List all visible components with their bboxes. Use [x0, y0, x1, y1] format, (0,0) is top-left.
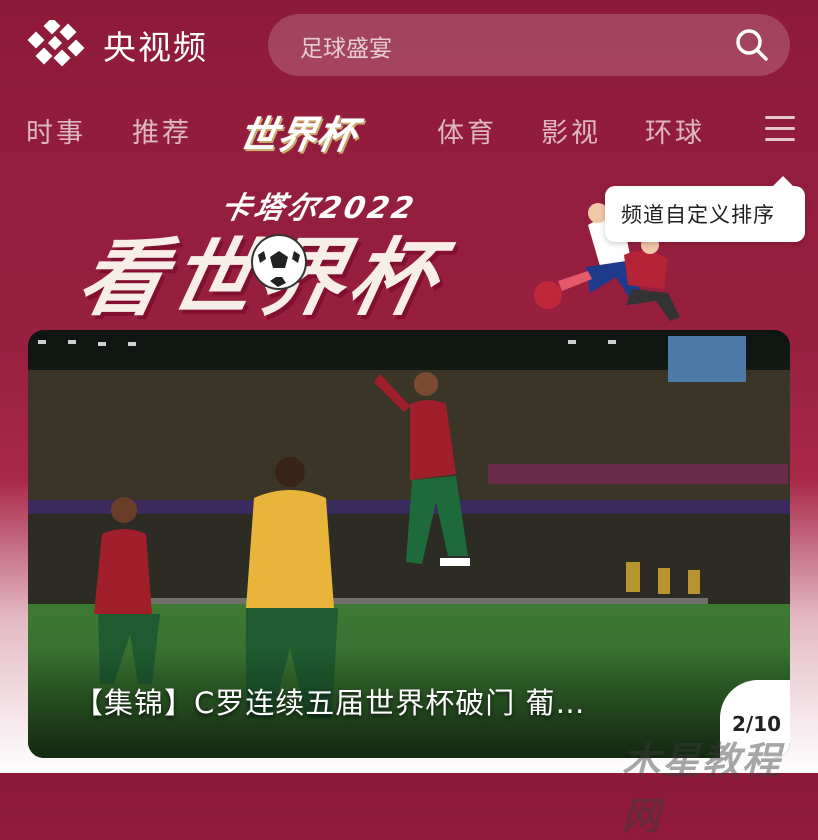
- soccer-ball-icon: [251, 234, 307, 290]
- tab-sports[interactable]: 体育: [437, 111, 497, 150]
- tab-global[interactable]: 环球: [645, 111, 705, 150]
- search-icon[interactable]: [734, 27, 770, 63]
- watermark: 木星教程网: [622, 739, 783, 838]
- tab-world-cup[interactable]: 世界杯: [235, 104, 362, 159]
- tab-recommended[interactable]: 推荐: [132, 111, 192, 150]
- search-box[interactable]: 足球盛宴: [268, 14, 790, 76]
- tab-film-tv[interactable]: 影视: [541, 111, 601, 150]
- menu-icon[interactable]: [765, 116, 795, 142]
- app-brand-name: 央视频: [103, 28, 208, 67]
- video-caption[interactable]: 【集锦】C罗连续五届世界杯破门 葡…: [74, 680, 585, 722]
- featured-video-card[interactable]: 【集锦】C罗连续五届世界杯破门 葡… 2/10: [28, 330, 790, 758]
- channel-nav: 时事 推荐 世界杯 体育 影视 环球: [0, 96, 818, 162]
- tab-current-affairs[interactable]: 时事: [26, 111, 86, 150]
- app-logo-icon: [27, 20, 85, 66]
- tooltip-text: 频道自定义排序: [621, 203, 775, 227]
- top-bar: 央视频 足球盛宴: [0, 0, 818, 90]
- reorder-channels-tooltip[interactable]: 频道自定义排序: [605, 176, 805, 242]
- search-placeholder[interactable]: 足球盛宴: [300, 29, 392, 63]
